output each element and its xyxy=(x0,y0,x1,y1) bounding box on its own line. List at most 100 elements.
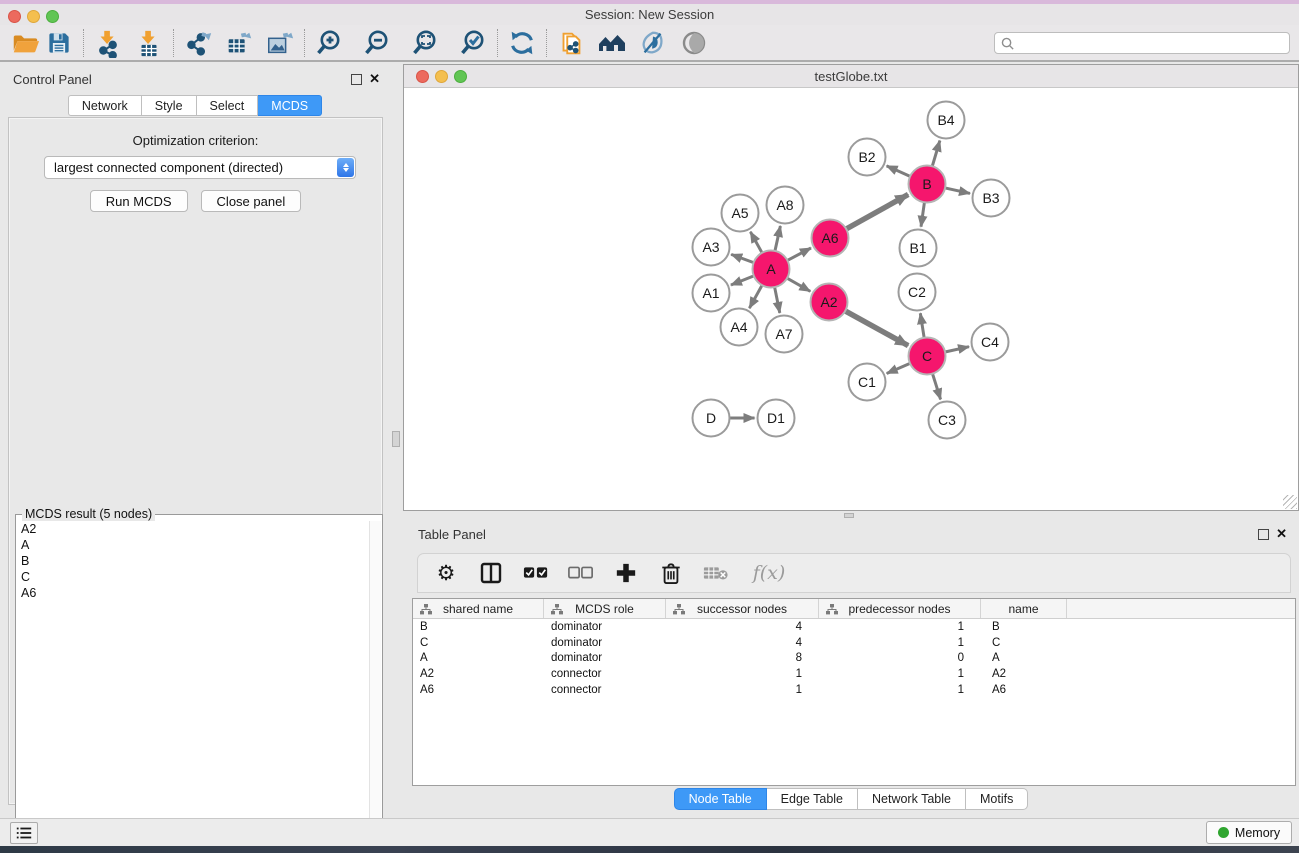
table-mode-button[interactable]: ⚙ xyxy=(432,559,460,587)
table-cell[interactable]: C xyxy=(981,637,1067,649)
edge-A-A6[interactable] xyxy=(787,248,811,260)
table-cell[interactable]: A xyxy=(981,652,1067,664)
node-A6[interactable]: A6 xyxy=(812,220,849,257)
table-cell[interactable]: 1 xyxy=(819,684,981,696)
table-cell[interactable]: A xyxy=(413,652,544,664)
edge-A2-C[interactable] xyxy=(845,311,908,346)
table-cell[interactable]: 4 xyxy=(666,621,819,633)
edge-A-A1[interactable] xyxy=(731,276,754,285)
float-panel-icon[interactable] xyxy=(351,74,362,85)
node-C4[interactable]: C4 xyxy=(972,324,1009,361)
edge-C-C2[interactable] xyxy=(920,313,924,337)
node-C[interactable]: C xyxy=(909,338,946,375)
table-cell[interactable]: 4 xyxy=(666,637,819,649)
table-cell[interactable]: connector xyxy=(544,684,666,696)
table-cell[interactable]: 1 xyxy=(666,684,819,696)
mcds-result-item[interactable]: A xyxy=(16,537,368,553)
horizontal-divider-grip[interactable] xyxy=(844,513,854,518)
table-cell[interactable]: B xyxy=(981,621,1067,633)
task-history-button[interactable] xyxy=(10,822,38,844)
divider-grip[interactable] xyxy=(392,431,400,447)
table-cell[interactable]: connector xyxy=(544,668,666,680)
tab-motifs[interactable]: Motifs xyxy=(966,788,1028,810)
edge-B-B4[interactable] xyxy=(932,141,940,167)
table-cell[interactable]: 1 xyxy=(819,621,981,633)
edge-A-A2[interactable] xyxy=(787,278,810,291)
table-cell[interactable]: A6 xyxy=(413,684,544,696)
edge-C-C3[interactable] xyxy=(933,374,941,400)
open-session-button[interactable] xyxy=(8,27,42,59)
save-session-button[interactable] xyxy=(42,27,76,59)
node-D[interactable]: D xyxy=(693,400,730,437)
column-header-predecessor-nodes[interactable]: predecessor nodes xyxy=(819,599,981,618)
delete-table-button[interactable] xyxy=(702,559,730,587)
function-builder-button[interactable]: f(x) xyxy=(747,559,791,587)
table-row[interactable]: Cdominator41C xyxy=(413,635,1295,651)
tab-select[interactable]: Select xyxy=(197,95,259,116)
node-C2[interactable]: C2 xyxy=(899,274,936,311)
graphics-details-button[interactable] xyxy=(636,27,670,59)
float-table-panel-icon[interactable] xyxy=(1258,529,1269,540)
import-table-button[interactable] xyxy=(132,27,166,59)
column-header-name[interactable]: name xyxy=(981,599,1067,618)
edge-B-B2[interactable] xyxy=(887,166,911,177)
deselect-all-button[interactable] xyxy=(567,559,595,587)
node-B2[interactable]: B2 xyxy=(849,139,886,176)
column-header-shared-name[interactable]: shared name xyxy=(413,599,544,618)
node-A7[interactable]: A7 xyxy=(766,316,803,353)
zoom-selected-button[interactable] xyxy=(456,27,490,59)
edge-C-C4[interactable] xyxy=(945,347,969,352)
export-table-button[interactable] xyxy=(222,27,256,59)
import-network-button[interactable] xyxy=(91,27,125,59)
tab-style[interactable]: Style xyxy=(142,95,197,116)
network-canvas[interactable]: AA1A2A3A4A5A6A7A8BB1B2B3B4CC1C2C3C4DD1 xyxy=(404,88,1298,510)
table-cell[interactable]: 0 xyxy=(819,652,981,664)
show-columns-button[interactable] xyxy=(477,559,505,587)
result-scrollbar[interactable] xyxy=(369,521,381,853)
node-B4[interactable]: B4 xyxy=(928,102,965,139)
export-image-button[interactable] xyxy=(263,27,297,59)
tab-network[interactable]: Network xyxy=(68,95,142,116)
zoom-fit-button[interactable] xyxy=(408,27,442,59)
node-B3[interactable]: B3 xyxy=(973,180,1010,217)
mcds-result-item[interactable]: C xyxy=(16,569,368,585)
table-cell[interactable]: dominator xyxy=(544,637,666,649)
tab-node-table[interactable]: Node Table xyxy=(674,788,767,810)
create-column-button[interactable] xyxy=(612,559,640,587)
table-row[interactable]: Adominator80A xyxy=(413,651,1295,667)
tab-edge-table[interactable]: Edge Table xyxy=(767,788,858,810)
panel-divider[interactable] xyxy=(390,62,403,818)
column-header-mcds-role[interactable]: MCDS role xyxy=(544,599,666,618)
edge-A-A4[interactable] xyxy=(749,285,762,308)
export-network-button[interactable] xyxy=(181,27,215,59)
memory-button[interactable]: Memory xyxy=(1206,821,1292,844)
node-A5[interactable]: A5 xyxy=(722,195,759,232)
node-B1[interactable]: B1 xyxy=(900,230,937,267)
window-resize-grip[interactable] xyxy=(1283,495,1297,509)
table-cell[interactable]: C xyxy=(413,637,544,649)
refresh-view-button[interactable] xyxy=(505,27,539,59)
table-cell[interactable]: dominator xyxy=(544,621,666,633)
edge-A-A5[interactable] xyxy=(750,232,762,253)
table-cell[interactable]: 1 xyxy=(819,668,981,680)
node-A2[interactable]: A2 xyxy=(811,284,848,321)
network-from-selection-button[interactable] xyxy=(554,27,588,59)
edge-B-B1[interactable] xyxy=(921,202,924,226)
table-cell[interactable]: A2 xyxy=(981,668,1067,680)
column-header-successor-nodes[interactable]: successor nodes xyxy=(666,599,819,618)
close-table-panel-icon[interactable]: ✕ xyxy=(1276,526,1287,542)
node-A4[interactable]: A4 xyxy=(721,309,758,346)
table-cell[interactable]: dominator xyxy=(544,652,666,664)
table-cell[interactable]: 1 xyxy=(819,637,981,649)
node-A3[interactable]: A3 xyxy=(693,229,730,266)
show-hide-panel-button[interactable] xyxy=(677,27,711,59)
zoom-in-button[interactable] xyxy=(312,27,346,59)
close-panel-button[interactable]: Close panel xyxy=(201,190,302,212)
edge-A6-B[interactable] xyxy=(846,194,908,229)
node-C1[interactable]: C1 xyxy=(849,364,886,401)
zoom-out-button[interactable] xyxy=(360,27,394,59)
node-B[interactable]: B xyxy=(909,166,946,203)
edge-A-A7[interactable] xyxy=(775,287,780,313)
first-neighbors-button[interactable] xyxy=(595,27,629,59)
table-row[interactable]: A2connector11A2 xyxy=(413,666,1295,682)
